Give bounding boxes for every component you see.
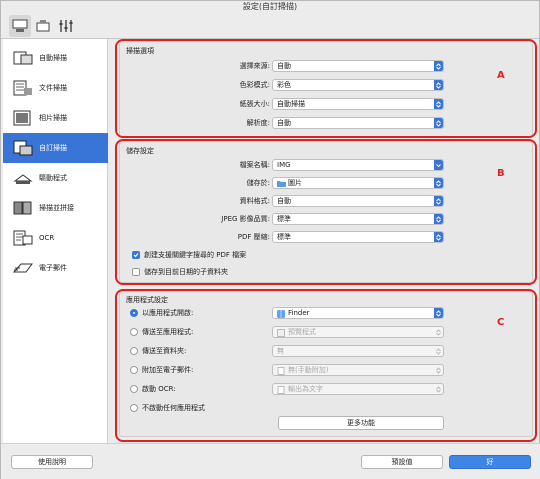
sidebar-item-label: 文件掃描	[39, 84, 67, 92]
scan-from-operation-panel-tab[interactable]	[32, 15, 54, 37]
sidebar-item-scan-stitch[interactable]: 掃描並拼接	[3, 193, 108, 223]
photo-scan-icon	[12, 109, 34, 127]
defaults-button[interactable]: 預設值	[361, 455, 443, 469]
sidebar-item-custom-scan[interactable]: 自訂掃描	[3, 133, 108, 163]
sidebar-item-email[interactable]: 電子郵件	[3, 253, 108, 283]
auto-scan-icon	[12, 49, 34, 67]
scan-from-computer-icon	[12, 19, 28, 32]
sidebar-item-photo-scan[interactable]: 相片掃描	[3, 103, 108, 133]
window-title: 設定(自訂掃描)	[242, 2, 298, 11]
callout-box-c	[115, 289, 537, 442]
custom-scan-icon	[12, 139, 34, 157]
sidebar-item-ocr[interactable]: OCR	[3, 223, 108, 253]
driver-icon	[12, 169, 34, 187]
callout-b-label: B	[497, 168, 505, 179]
settings-window: 設定(自訂掃描) 自動掃描 文件掃描 相片掃描 自訂掃描 驅動程式 掃描並拼接 …	[0, 0, 540, 479]
general-settings-tab[interactable]	[55, 15, 77, 37]
general-settings-icon	[59, 20, 73, 32]
document-scan-icon	[12, 79, 34, 97]
sidebar-item-driver[interactable]: 驅動程式	[3, 163, 108, 193]
sidebar: 自動掃描 文件掃描 相片掃描 自訂掃描 驅動程式 掃描並拼接 OCR 電子郵件	[3, 39, 108, 443]
ok-button[interactable]: 好	[449, 455, 531, 469]
sidebar-item-label: 電子郵件	[39, 264, 67, 272]
toolbar	[1, 13, 539, 39]
sidebar-item-label: 驅動程式	[39, 174, 67, 182]
sidebar-item-label: 自訂掃描	[39, 144, 67, 152]
callout-box-b	[115, 139, 537, 285]
callout-a-label: A	[497, 70, 505, 81]
ocr-icon	[12, 229, 34, 247]
footer: 使用說明 預設值 好	[1, 443, 540, 479]
callout-c-label: C	[497, 317, 505, 328]
sidebar-item-auto-scan[interactable]: 自動掃描	[3, 43, 108, 73]
main-panel: 掃描選項 選擇來源: 自動 色彩模式: 彩色 紙張大小: 自動掃描 解析度: 自…	[111, 39, 539, 443]
scan-stitch-icon	[12, 199, 34, 217]
help-button[interactable]: 使用說明	[11, 455, 93, 469]
sidebar-item-document-scan[interactable]: 文件掃描	[3, 73, 108, 103]
scan-from-operation-panel-icon	[36, 20, 50, 32]
callout-box-a	[115, 39, 537, 138]
sidebar-item-label: 自動掃描	[39, 54, 67, 62]
sidebar-item-label: OCR	[39, 234, 55, 242]
scan-from-computer-tab[interactable]	[9, 15, 31, 37]
sidebar-item-label: 掃描並拼接	[39, 204, 74, 212]
email-icon	[12, 259, 34, 277]
sidebar-item-label: 相片掃描	[39, 114, 67, 122]
